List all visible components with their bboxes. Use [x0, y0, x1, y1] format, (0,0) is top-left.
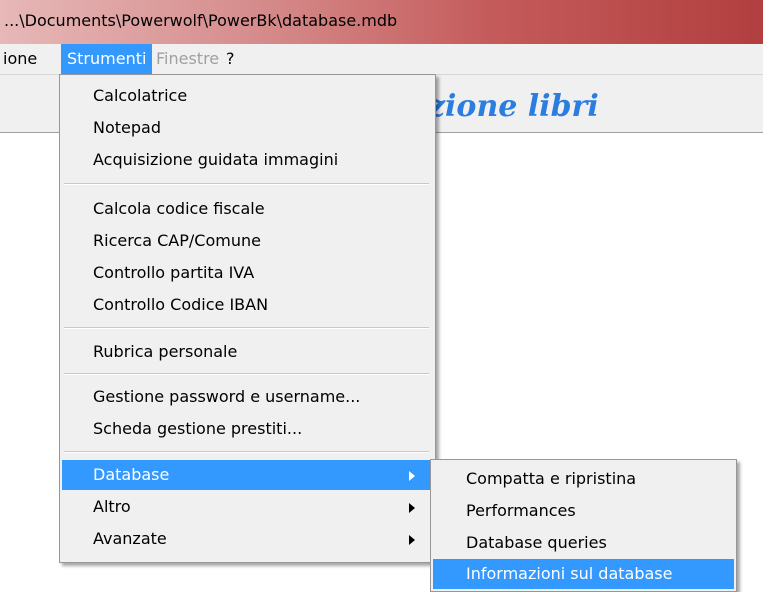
menu-item-label: Controllo Codice IBAN — [93, 295, 269, 314]
submenu-item-label: Database queries — [466, 533, 607, 552]
menu-item-label: Gestione password e username... — [93, 387, 361, 406]
submenu-item-performances[interactable]: Performances — [433, 496, 734, 526]
submenu-item-informazioni-database[interactable]: Informazioni sul database — [433, 559, 734, 589]
menu-item-label: Rubrica personale — [93, 342, 238, 361]
submenu-item-label: Performances — [466, 501, 576, 520]
menu-item-altro[interactable]: Altro — [62, 492, 433, 522]
menubar-item-strumenti[interactable]: Strumenti — [61, 44, 153, 74]
menu-item-gestione-prestiti[interactable]: Scheda gestione prestiti... — [62, 414, 433, 444]
submenu-arrow-icon — [409, 471, 415, 481]
submenu-arrow-icon — [409, 535, 415, 545]
menu-separator — [64, 183, 429, 185]
menu-item-avanzate[interactable]: Avanzate — [62, 524, 433, 554]
menu-item-label: Notepad — [93, 118, 161, 137]
menu-item-label: Avanzate — [93, 529, 167, 548]
submenu-item-database-queries[interactable]: Database queries — [433, 528, 734, 558]
title-bar: ...\Documents\Powerwolf\PowerBk\database… — [0, 0, 763, 44]
window-title: ...\Documents\Powerwolf\PowerBk\database… — [4, 11, 398, 30]
menu-item-gestione-password[interactable]: Gestione password e username... — [62, 382, 433, 412]
menu-item-codice-iban[interactable]: Controllo Codice IBAN — [62, 290, 433, 320]
menu-item-rubrica[interactable]: Rubrica personale — [62, 337, 433, 367]
menubar-item-finestre[interactable]: Finestre — [150, 44, 225, 74]
menu-item-partita-iva[interactable]: Controllo partita IVA — [62, 258, 433, 288]
menu-item-label: Calcolatrice — [93, 86, 188, 105]
menu-item-label: Altro — [93, 497, 131, 516]
menu-item-ricerca-cap[interactable]: Ricerca CAP/Comune — [62, 226, 433, 256]
submenu-item-compatta[interactable]: Compatta e ripristina — [433, 464, 734, 494]
menu-item-calcolatrice[interactable]: Calcolatrice — [62, 81, 433, 111]
menubar-item-help[interactable]: ? — [220, 44, 241, 74]
menu-separator — [64, 373, 429, 375]
menu-item-label: Database — [93, 465, 170, 484]
submenu-item-label: Compatta e ripristina — [466, 469, 637, 488]
app-title: zione libri — [428, 89, 599, 124]
menubar-item-gestione[interactable]: ione — [0, 44, 43, 74]
menu-item-database[interactable]: Database — [62, 460, 433, 490]
menu-separator — [64, 451, 429, 453]
submenu-arrow-icon — [409, 503, 415, 513]
menu-item-acquisizione-immagini[interactable]: Acquisizione guidata immagini — [62, 145, 433, 175]
strumenti-menu: Calcolatrice Notepad Acquisizione guidat… — [59, 74, 436, 563]
menu-separator — [64, 327, 429, 329]
menu-item-codice-fiscale[interactable]: Calcola codice fiscale — [62, 194, 433, 224]
menu-item-label: Scheda gestione prestiti... — [93, 419, 303, 438]
menu-item-label: Controllo partita IVA — [93, 263, 255, 282]
menu-item-notepad[interactable]: Notepad — [62, 113, 433, 143]
database-submenu: Compatta e ripristina Performances Datab… — [430, 459, 737, 592]
menu-item-label: Acquisizione guidata immagini — [93, 150, 339, 169]
menu-item-label: Calcola codice fiscale — [93, 199, 265, 218]
submenu-item-label: Informazioni sul database — [466, 564, 673, 583]
menu-item-label: Ricerca CAP/Comune — [93, 231, 261, 250]
menu-bar: ione Strumenti Finestre ? — [0, 44, 763, 75]
